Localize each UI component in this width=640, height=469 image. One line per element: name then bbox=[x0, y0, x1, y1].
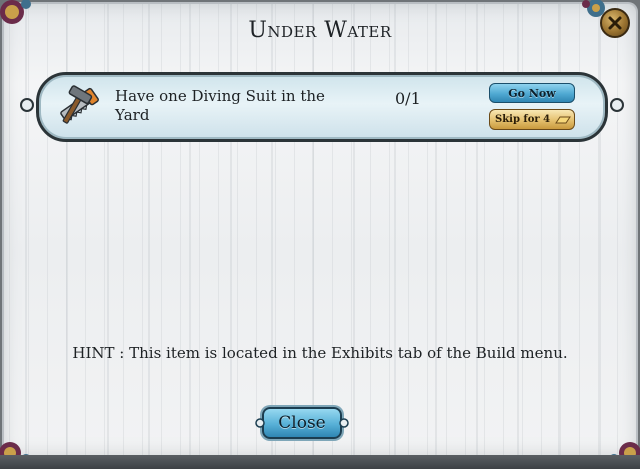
rivet-icon bbox=[339, 418, 349, 428]
dialog-window: Under Water Have one Diving Suit in the … bbox=[0, 0, 640, 464]
task-row: Have one Diving Suit in the Yard 0/1 Go … bbox=[20, 72, 624, 142]
rivet-icon bbox=[255, 418, 265, 428]
task-progress: 0/1 bbox=[395, 89, 421, 108]
go-now-button[interactable]: Go Now bbox=[489, 83, 575, 103]
skip-label: Skip for 4 bbox=[495, 114, 551, 125]
dialog-title: Under Water bbox=[248, 18, 392, 43]
skip-button[interactable]: Skip for 4 bbox=[489, 109, 575, 130]
rivet-icon bbox=[610, 98, 624, 112]
rivet-icon bbox=[20, 98, 34, 112]
background-toolbar-strip bbox=[0, 455, 640, 469]
gold-bar-icon bbox=[555, 116, 572, 123]
hint-text: HINT : This item is located in the Exhib… bbox=[72, 344, 568, 362]
close-x-button[interactable] bbox=[600, 8, 630, 38]
task-description: Have one Diving Suit in the Yard bbox=[115, 87, 325, 124]
close-x-icon bbox=[608, 16, 622, 30]
close-button[interactable]: Close bbox=[255, 407, 349, 439]
tools-icon bbox=[60, 85, 99, 124]
go-now-label: Go Now bbox=[508, 86, 556, 100]
close-button-label: Close bbox=[278, 413, 326, 433]
